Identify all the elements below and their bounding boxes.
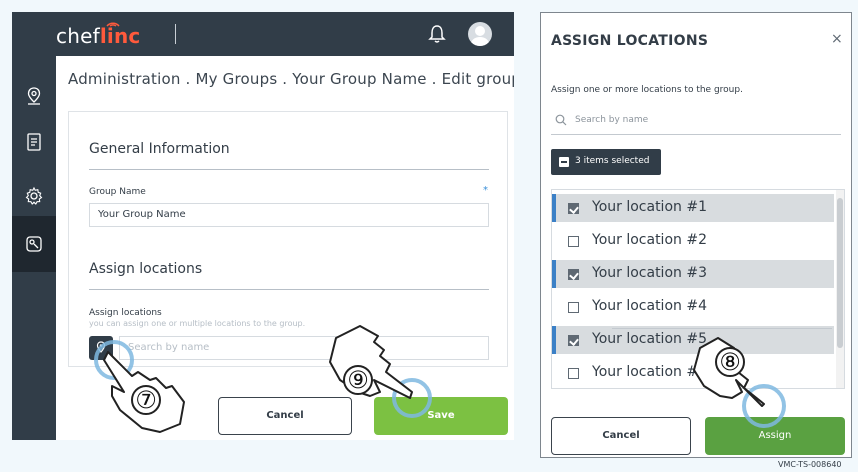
assign-locations-label: Assign locations <box>89 308 162 318</box>
location-list-item[interactable]: Your location #6 <box>552 359 834 387</box>
location-label: Your location #3 <box>592 265 707 281</box>
close-icon[interactable]: × <box>831 31 843 47</box>
logo-signal-icon <box>106 22 120 27</box>
location-checkbox[interactable] <box>568 269 579 280</box>
search-underline <box>551 134 841 135</box>
location-checkbox[interactable] <box>568 203 579 214</box>
general-information-heading: General Information <box>89 141 230 157</box>
location-label: Your location #6 <box>592 364 707 380</box>
user-silhouette-icon <box>471 26 489 46</box>
selected-count-label: 3 items selected <box>575 156 650 166</box>
section-divider <box>89 169 489 170</box>
location-checkbox[interactable] <box>568 335 579 346</box>
assign-locations-heading: Assign locations <box>89 261 203 277</box>
location-checkbox[interactable] <box>568 368 579 379</box>
location-label: Your location #2 <box>592 232 707 248</box>
logo-divider <box>175 24 176 44</box>
assign-locations-hint: you can assign one or multiple locations… <box>89 319 306 328</box>
location-list-item[interactable]: Your location #2 <box>552 227 834 255</box>
user-avatar[interactable] <box>468 22 492 46</box>
logo-text-chef: chef <box>56 24 100 48</box>
location-label: Your location #4 <box>592 298 707 314</box>
page: cheflinc Administration . My Groups . Yo… <box>0 0 858 472</box>
assign-button[interactable]: Assign <box>705 417 845 455</box>
search-icon <box>555 114 567 126</box>
cancel-button[interactable]: Cancel <box>218 397 352 435</box>
location-list: Your location #1 Your location #2 Your loc… <box>551 189 845 389</box>
dialog-cancel-button[interactable]: Cancel <box>551 417 691 455</box>
dialog-description: Assign one or more locations to the grou… <box>551 85 743 95</box>
location-list-item[interactable]: Your location #1 <box>552 194 834 222</box>
section-divider <box>89 289 489 290</box>
logo-text-linc: linc <box>99 24 141 48</box>
location-checkbox[interactable] <box>568 236 579 247</box>
dialog-title: ASSIGN LOCATIONS <box>551 33 709 49</box>
dialog-search-input[interactable]: Search by name <box>575 115 648 125</box>
chef-linc-logo[interactable]: cheflinc <box>56 24 140 48</box>
location-search-input[interactable]: Search by name <box>119 336 489 360</box>
document-icon[interactable] <box>24 132 44 152</box>
group-name-label: Group Name <box>89 187 146 197</box>
top-bar: cheflinc <box>12 12 514 56</box>
edit-group-form: General Information Group Name * Your Gr… <box>68 111 508 367</box>
location-list-item[interactable]: Your location #4 <box>552 293 834 321</box>
location-list-item[interactable]: Your location #5 <box>552 326 834 354</box>
location-label: Your location #5 <box>592 331 707 347</box>
assign-locations-dialog: ASSIGN LOCATIONS × Assign one or more lo… <box>540 12 852 458</box>
sidebar <box>12 56 56 440</box>
gear-icon[interactable] <box>24 186 44 206</box>
list-separator <box>612 328 832 329</box>
deselect-all-checkbox[interactable] <box>559 157 569 167</box>
location-pin-icon[interactable] <box>24 86 44 106</box>
location-list-item[interactable]: Your location #3 <box>552 260 834 288</box>
breadcrumb: Administration . My Groups . Your Group … <box>68 70 514 88</box>
document-code: VMC-TS-008640 <box>778 460 842 469</box>
location-checkbox[interactable] <box>568 302 579 313</box>
save-button[interactable]: Save <box>374 397 508 435</box>
groups-tag-icon[interactable] <box>24 234 44 254</box>
open-locations-button[interactable] <box>89 336 113 360</box>
location-label: Your location #1 <box>592 199 707 215</box>
bell-icon[interactable] <box>428 24 446 44</box>
group-name-input[interactable]: Your Group Name <box>89 203 489 227</box>
app-window: cheflinc Administration . My Groups . Yo… <box>12 12 514 440</box>
required-mark: * <box>483 185 488 196</box>
list-scrollbar-thumb[interactable] <box>837 198 843 348</box>
selected-count-chip[interactable]: 3 items selected <box>551 149 661 175</box>
location-pin-icon <box>96 341 106 353</box>
